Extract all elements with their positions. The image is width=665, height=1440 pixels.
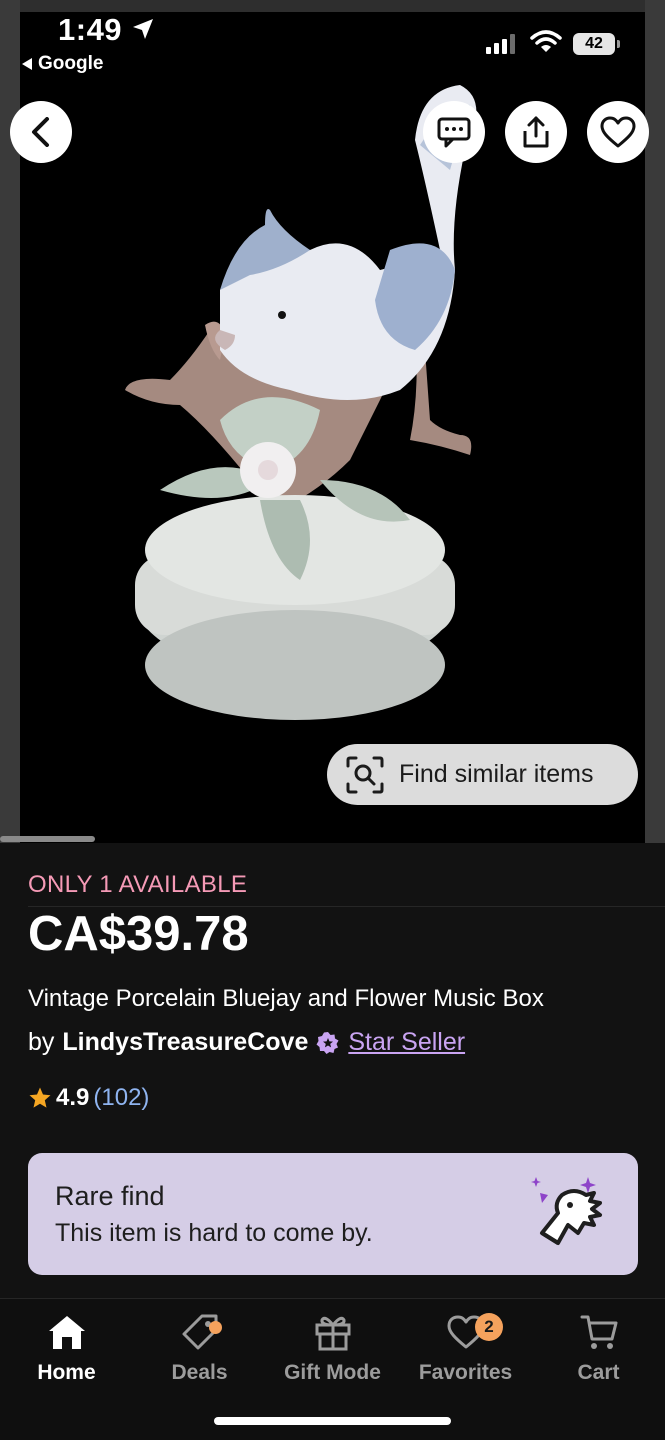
rating-score: 4.9 — [56, 1084, 90, 1111]
by-prefix: by — [28, 1028, 55, 1056]
rare-find-subtext: This item is hard to come by. — [55, 1219, 373, 1247]
listing-title: Vintage Porcelain Bluejay and Flower Mus… — [28, 985, 544, 1012]
star-seller-link[interactable]: Star Seller — [348, 1028, 465, 1057]
share-button[interactable] — [505, 101, 567, 163]
gift-icon — [315, 1316, 350, 1351]
favorites-count-badge: 2 — [475, 1313, 503, 1341]
heart-outline-icon — [600, 116, 636, 148]
status-bar: 1:49 Google 42 — [0, 0, 665, 80]
find-similar-label: Find similar items — [399, 760, 594, 788]
message-seller-button[interactable] — [423, 101, 485, 163]
rare-find-card: Rare find This item is hard to come by. — [28, 1153, 638, 1275]
tab-home-label: Home — [37, 1361, 96, 1384]
tab-gift-mode[interactable]: Gift Mode — [266, 1309, 399, 1385]
tab-gift-mode-label: Gift Mode — [284, 1361, 381, 1384]
wifi-icon — [530, 30, 562, 52]
price: CA$39.78 — [28, 907, 249, 961]
tab-home[interactable]: Home — [0, 1309, 133, 1385]
review-count[interactable]: (102) — [93, 1084, 149, 1112]
share-icon — [523, 116, 549, 148]
location-arrow-icon — [133, 19, 153, 39]
shop-name-link[interactable]: LindysTreasureCove — [62, 1028, 308, 1057]
battery-tip — [617, 40, 620, 48]
chat-icon — [437, 117, 471, 148]
battery-icon: 42 — [573, 33, 615, 55]
visual-search-icon — [346, 756, 384, 793]
bluejay-figurine-illustration — [125, 85, 477, 720]
star-icon — [29, 1087, 51, 1108]
chevron-left-icon — [32, 117, 49, 147]
cellular-signal-icon — [486, 34, 515, 54]
home-icon — [48, 1316, 85, 1349]
unicorn-sparkle-icon — [531, 1177, 602, 1245]
image-scroll-indicator — [0, 836, 95, 842]
status-time: 1:49 — [58, 12, 123, 47]
back-to-app-link[interactable]: Google — [22, 53, 103, 75]
tab-favorites[interactable]: 2 Favorites — [399, 1309, 532, 1385]
availability-label: ONLY 1 AVAILABLE — [28, 871, 248, 898]
cart-icon — [580, 1315, 617, 1349]
back-app-label: Google — [38, 53, 104, 74]
rare-find-heading: Rare find — [55, 1181, 165, 1211]
back-triangle-icon — [22, 58, 32, 70]
tab-deals[interactable]: Deals — [133, 1309, 266, 1385]
seller-byline: by LindysTreasureCove Star Seller — [28, 1028, 465, 1057]
tab-cart-label: Cart — [577, 1361, 620, 1384]
shop-rating[interactable]: 4.9 (102) — [28, 1084, 149, 1112]
tab-cart[interactable]: Cart — [532, 1309, 665, 1385]
home-indicator — [214, 1417, 451, 1425]
back-button[interactable] — [10, 101, 72, 163]
deals-notification-dot — [209, 1321, 222, 1334]
product-image[interactable]: Find similar items — [0, 0, 665, 843]
find-similar-button[interactable]: Find similar items — [327, 744, 638, 805]
star-seller-icon — [316, 1031, 339, 1054]
favorite-button[interactable] — [587, 101, 649, 163]
tab-deals-label: Deals — [171, 1361, 228, 1384]
tab-favorites-label: Favorites — [418, 1361, 513, 1384]
